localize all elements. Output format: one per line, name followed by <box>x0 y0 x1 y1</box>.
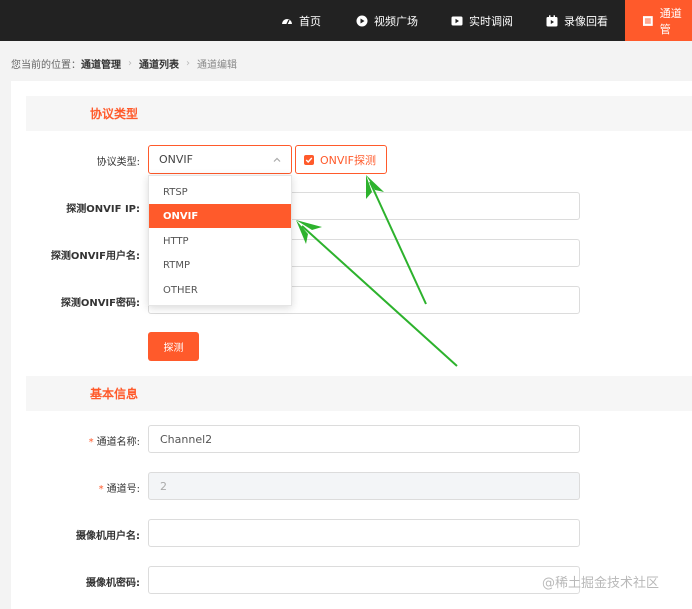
list-icon <box>642 15 653 26</box>
required-asterisk: * <box>88 437 94 448</box>
nav-item-label: 视频广场 <box>374 14 418 28</box>
onvif-ip-label: 探测ONVIF IP: <box>66 204 140 215</box>
section-header-basic-info: 基本信息 <box>26 376 692 411</box>
nav-item-channel-manage[interactable]: 通道管 <box>625 0 692 41</box>
chevron-up-icon <box>273 157 281 162</box>
dropdown-option-rtmp[interactable]: RTMP <box>149 253 291 277</box>
onvif-detect-checkbox[interactable]: ONVIF探测 <box>295 145 387 174</box>
breadcrumb: 您当前的位置： 通道管理 › 通道列表 › 通道编辑 <box>11 53 237 73</box>
channel-number-input: 2 <box>148 472 580 500</box>
play-circle-icon <box>356 15 368 26</box>
camera-username-label: 摄像机用户名: <box>76 531 140 542</box>
breadcrumb-item-channel-manage[interactable]: 通道管理 <box>81 56 121 71</box>
dropdown-option-http[interactable]: HTTP <box>149 229 291 253</box>
section-title: 协议类型 <box>90 107 139 121</box>
detect-button[interactable]: 探测 <box>148 332 199 361</box>
dashboard-icon <box>282 18 292 24</box>
section-header-protocol: 协议类型 <box>26 96 692 131</box>
nav-item-realtime[interactable]: 实时调阅 <box>451 0 513 41</box>
nav-item-playback[interactable]: 录像回看 <box>546 0 608 41</box>
watermark: @稀土掘金技术社区 <box>542 576 660 591</box>
chevron-right-icon: › <box>128 57 132 69</box>
camera-username-input[interactable] <box>148 519 580 547</box>
nav-item-label: 首页 <box>299 14 321 28</box>
dropdown-option-other[interactable]: OTHER <box>149 278 291 302</box>
dropdown-option-rtsp[interactable]: RTSP <box>149 180 291 204</box>
nav-item-video-square[interactable]: 视频广场 <box>356 0 418 41</box>
nav-item-label: 录像回看 <box>564 14 608 28</box>
video-play-icon <box>451 16 463 25</box>
chevron-right-icon: › <box>186 57 190 69</box>
nav-item-home[interactable]: 首页 <box>281 0 321 41</box>
onvif-username-label: 探测ONVIF用户名: <box>50 251 140 262</box>
channel-name-input[interactable]: Channel2 <box>148 425 580 453</box>
camera-password-input[interactable] <box>148 566 580 594</box>
onvif-password-label: 探测ONVIF密码: <box>60 298 140 309</box>
top-nav-bar: 首页 视频广场 实时调阅 录像回看 通道管 <box>0 0 692 41</box>
playback-icon <box>546 14 558 26</box>
channel-number-label: * 通道号: <box>98 484 140 495</box>
protocol-dropdown-menu: RTSP ONVIF HTTP RTMP OTHER <box>148 175 292 306</box>
required-asterisk: * <box>98 484 104 495</box>
dropdown-option-onvif[interactable]: ONVIF <box>149 204 291 228</box>
nav-item-label: 实时调阅 <box>469 14 513 28</box>
channel-name-value: Channel2 <box>160 432 213 446</box>
channel-number-value: 2 <box>160 479 167 493</box>
checkbox-checked-icon <box>304 154 314 165</box>
protocol-type-label: 协议类型: <box>96 157 140 168</box>
camera-password-label: 摄像机密码: <box>86 578 140 589</box>
section-title: 基本信息 <box>90 387 139 401</box>
onvif-detect-label: ONVIF探测 <box>320 153 376 167</box>
channel-name-label: * 通道名称: <box>88 437 140 448</box>
nav-item-label: 通道管 <box>659 6 682 36</box>
breadcrumb-item-channel-list[interactable]: 通道列表 <box>139 56 179 71</box>
protocol-select-value: ONVIF <box>159 153 193 166</box>
breadcrumb-item-channel-edit: 通道编辑 <box>197 59 237 71</box>
breadcrumb-prefix: 您当前的位置： <box>11 59 81 71</box>
protocol-select[interactable]: ONVIF <box>148 145 292 174</box>
